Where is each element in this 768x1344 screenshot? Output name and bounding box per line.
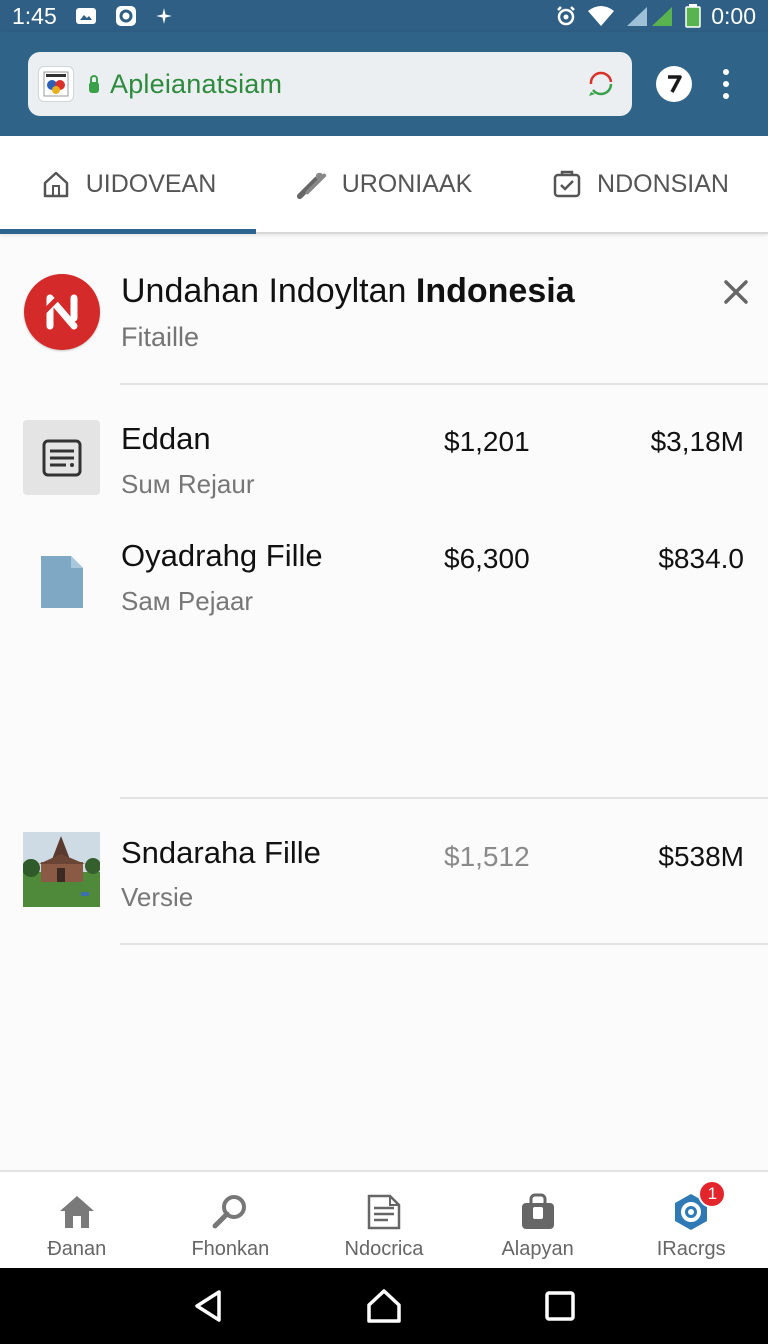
list-item[interactable]: Sndaraha Fille Versie $1,512 $538M bbox=[0, 800, 768, 944]
row-value-secondary: $538M bbox=[658, 841, 744, 872]
nav-label: Ndocrica bbox=[344, 1238, 424, 1260]
row-subtitle: Suм Rejaur bbox=[121, 469, 255, 499]
search-icon bbox=[210, 1192, 250, 1232]
row-value-secondary: $834.0 bbox=[658, 543, 744, 574]
row-title: Sndaraha Fille bbox=[121, 835, 321, 870]
file-icon bbox=[23, 544, 100, 619]
browser-toolbar: Apleianatsiam bbox=[0, 32, 768, 136]
status-bar: 1:45 0:00 bbox=[0, 0, 768, 32]
nav-label: Fhonkan bbox=[191, 1238, 270, 1260]
url-text[interactable]: Apleianatsiam bbox=[110, 69, 282, 100]
row-value-secondary: $3,18M bbox=[650, 426, 744, 457]
document-icon bbox=[364, 1192, 404, 1232]
wrench-icon bbox=[296, 168, 328, 200]
tab-uidovean[interactable]: UIDOVEAN bbox=[0, 136, 256, 234]
wifi-icon bbox=[587, 5, 615, 27]
page-subtitle: Fitaille bbox=[121, 322, 200, 352]
lock-icon bbox=[88, 74, 100, 94]
home-icon bbox=[57, 1192, 97, 1232]
nav-label: IRacrgs bbox=[656, 1238, 726, 1260]
row-title: Eddan bbox=[121, 421, 211, 456]
nav-item-fhonkan[interactable]: Fhonkan bbox=[154, 1172, 308, 1268]
row-title: Oуadrahg Fille bbox=[121, 538, 323, 573]
row-value-primary: $1,512 bbox=[444, 841, 530, 872]
nav-label: Alapyan bbox=[501, 1238, 574, 1260]
tab-label: NDONSIAN bbox=[597, 169, 729, 198]
close-icon[interactable] bbox=[720, 276, 752, 308]
list-item[interactable]: Eddan Suм Rejaur $1,201 $3,18M bbox=[0, 386, 768, 504]
tab-label: URONIAAK bbox=[341, 169, 473, 198]
battery-icon bbox=[685, 4, 701, 28]
temple-photo bbox=[23, 832, 100, 907]
app-notification-icon bbox=[115, 5, 137, 27]
nav-label: Đanan bbox=[47, 1238, 107, 1260]
brand-logo-icon bbox=[24, 274, 100, 350]
row-value-primary: $1,201 bbox=[444, 426, 530, 457]
row-subtitle: Saм Pejaar bbox=[121, 586, 254, 616]
tab-uroniaak[interactable]: URONIAAK bbox=[256, 136, 512, 232]
tab-bar: UIDOVEAN URONIAAK NDONSIAN bbox=[0, 136, 768, 234]
status-time: 1:45 bbox=[12, 2, 57, 29]
nav-item-iracrgs[interactable]: 1 IRacrgs bbox=[614, 1172, 768, 1268]
row-value-primary: $6,300 bbox=[444, 543, 530, 574]
tab-label: UIDOVEAN bbox=[85, 169, 217, 198]
nav-item-danan[interactable]: Đanan bbox=[0, 1172, 154, 1268]
recents-icon[interactable] bbox=[540, 1286, 580, 1326]
overflow-menu-icon[interactable] bbox=[720, 69, 732, 99]
divider bbox=[120, 383, 768, 385]
url-bar[interactable]: Apleianatsiam bbox=[28, 52, 632, 116]
home-button-icon[interactable] bbox=[364, 1286, 404, 1326]
page-title-regular: Undahan Indoyltan bbox=[121, 272, 416, 310]
translate-icon[interactable] bbox=[584, 67, 618, 101]
nav-item-alapyan[interactable]: Alapyan bbox=[461, 1172, 615, 1268]
status-clock: 0:00 bbox=[711, 2, 756, 29]
detail-header: Undahan Indoyltan Indonesia Fitaille bbox=[0, 236, 768, 386]
divider bbox=[120, 943, 768, 945]
nav-item-ndocrica[interactable]: Ndocrica bbox=[307, 1172, 461, 1268]
bottom-navigation: Đanan Fhonkan Ndocrica Alapyan 1 IRacrgs bbox=[0, 1170, 768, 1268]
notification-badge: 1 bbox=[698, 1180, 727, 1208]
row-subtitle: Versie bbox=[121, 882, 194, 912]
home-icon bbox=[40, 168, 72, 200]
divider bbox=[120, 797, 768, 799]
signal-icon bbox=[625, 5, 675, 27]
alarm-icon bbox=[555, 5, 577, 27]
site-favicon-icon bbox=[38, 66, 74, 102]
image-notification-icon bbox=[75, 6, 97, 26]
page-title-bold: Indonesia bbox=[415, 272, 575, 310]
system-navigation-bar bbox=[0, 1268, 768, 1344]
page-title: Undahan Indoyltan Indonesia bbox=[121, 272, 575, 311]
bag-icon bbox=[518, 1192, 558, 1232]
back-icon[interactable] bbox=[188, 1286, 228, 1326]
document-list-icon bbox=[23, 420, 100, 495]
tabs-count-icon[interactable] bbox=[656, 66, 692, 102]
clipboard-icon bbox=[551, 168, 583, 200]
sparkle-notification-icon bbox=[155, 7, 173, 25]
tab-ndonsian[interactable]: NDONSIAN bbox=[512, 136, 768, 232]
list-item[interactable]: Oуadrahg Fille Saм Pejaar $6,300 $834.0 bbox=[0, 536, 768, 656]
content-panel: Undahan Indoyltan Indonesia Fitaille Edd… bbox=[0, 236, 768, 945]
